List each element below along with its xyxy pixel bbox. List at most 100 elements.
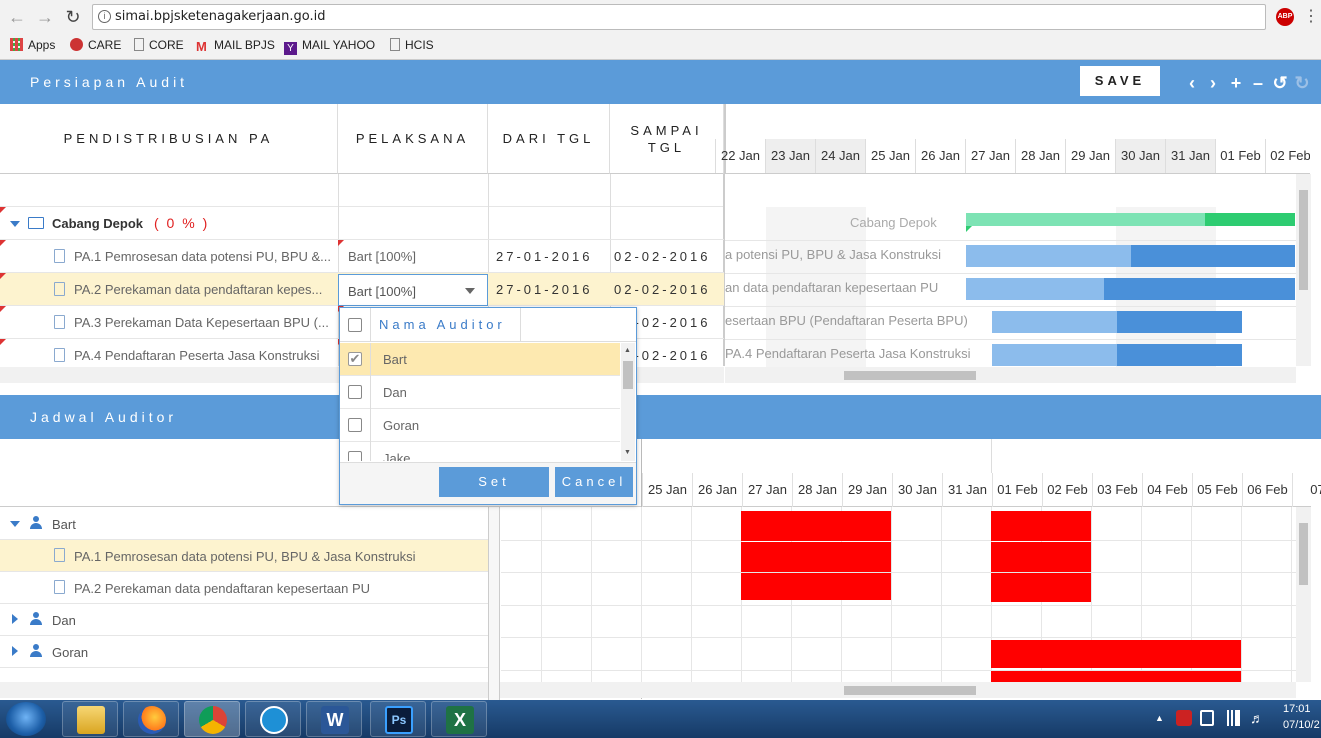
bookmark-mail-yahoo[interactable]: Y MAIL YAHOO xyxy=(284,37,375,55)
bottom-vertical-scrollbar[interactable] xyxy=(1296,507,1311,682)
caret-down-icon[interactable] xyxy=(465,288,475,294)
taskbar-explorer[interactable] xyxy=(62,701,118,737)
tree-horizontal-scrollbar[interactable] xyxy=(0,682,488,698)
cancel-button[interactable]: Cancel xyxy=(555,467,633,497)
task-name: PA.1 Pemrosesan data potensi PU, BPU &..… xyxy=(74,249,331,264)
bookmark-apps[interactable]: Apps xyxy=(10,37,55,53)
caret-down-icon[interactable] xyxy=(10,221,20,227)
forward-icon[interactable]: → xyxy=(34,6,56,28)
auditor-row[interactable]: Goran xyxy=(0,636,488,668)
dropdown-header: Nama Auditor xyxy=(340,308,636,342)
bookmark-mail-bpjs[interactable]: M MAIL BPJS xyxy=(196,37,275,53)
auditor-row[interactable]: Bart xyxy=(0,508,488,540)
branch-row[interactable]: Cabang Depok ( 0 % ) xyxy=(0,207,724,240)
busy-block[interactable] xyxy=(991,640,1241,668)
branch-percent: ( 0 % ) xyxy=(154,215,210,231)
task-row[interactable]: PA.2 Perekaman data pendaftaran kepesert… xyxy=(0,572,488,604)
caret-right-icon[interactable] xyxy=(12,646,18,656)
branch-summary-bar[interactable] xyxy=(966,213,1205,226)
col-header-sampai[interactable]: SAMPAI TGL xyxy=(610,104,724,174)
caret-right-icon[interactable] xyxy=(12,614,18,624)
task-sampai[interactable]: 02-02-2016 xyxy=(614,282,722,297)
busy-block[interactable] xyxy=(991,671,1241,682)
section-title: Jadwal Auditor xyxy=(30,409,178,425)
gantt-bar[interactable] xyxy=(1104,278,1295,300)
auditor-checkbox[interactable] xyxy=(348,385,362,399)
auditor-option[interactable]: ✔ Bart xyxy=(340,343,620,376)
tray-up-icon[interactable]: ▲ xyxy=(1155,713,1164,723)
taskbar-excel[interactable]: X xyxy=(431,701,487,737)
reload-icon[interactable]: ↻ xyxy=(62,6,84,28)
set-button[interactable]: Set xyxy=(439,467,549,497)
scroll-thumb[interactable] xyxy=(1299,523,1308,585)
bookmark-care[interactable]: CARE xyxy=(70,37,121,53)
gantt-bar[interactable] xyxy=(1117,344,1242,366)
task-sampai[interactable]: 02-02-2016 xyxy=(614,249,722,264)
auditor-option[interactable]: Jake xyxy=(340,442,620,461)
select-all-checkbox[interactable] xyxy=(348,318,362,332)
tray-app-icon[interactable] xyxy=(1176,710,1192,726)
back-icon[interactable]: ← xyxy=(6,6,28,28)
tray-device-icon[interactable] xyxy=(1200,710,1214,726)
gantt-bar-progress[interactable] xyxy=(966,278,1104,300)
task-dari[interactable]: 27-01-2016 xyxy=(496,249,608,264)
auditor-checkbox[interactable] xyxy=(348,418,362,432)
jadwal-horizontal-scrollbar[interactable] xyxy=(500,682,1296,698)
network-icon[interactable] xyxy=(1224,710,1240,726)
auditor-dropdown: Nama Auditor ✔ Bart Dan Goran Jake ▲ ▼ Set C… xyxy=(339,307,637,505)
scroll-up-icon[interactable]: ▲ xyxy=(624,347,631,354)
task-pelaksana[interactable]: Bart [100%] xyxy=(348,249,478,264)
scroll-thumb[interactable] xyxy=(844,686,976,695)
caret-down-icon[interactable] xyxy=(10,521,20,527)
grid-col-line xyxy=(541,507,542,682)
taskbar-network-app[interactable] xyxy=(245,701,301,737)
bookmark-core[interactable]: CORE xyxy=(134,37,184,53)
auditor-option[interactable]: Dan xyxy=(340,376,620,409)
info-icon[interactable]: i xyxy=(98,10,111,23)
auditor-row[interactable]: Dan xyxy=(0,604,488,636)
jadwal-date: 26 Jan xyxy=(692,473,742,507)
task-row[interactable]: PA.1 Pemrosesan data potensi PU, BPU & J… xyxy=(0,540,488,572)
busy-block[interactable] xyxy=(741,542,891,572)
gantt-horizontal-scrollbar[interactable] xyxy=(725,367,1296,383)
gantt-bar-progress[interactable] xyxy=(992,344,1117,366)
gantt-bar-progress[interactable] xyxy=(966,245,1131,267)
gantt-bar[interactable] xyxy=(1131,245,1295,267)
task-row[interactable]: PA.1 Pemrosesan data potensi PU, BPU &..… xyxy=(0,240,724,273)
clock-time[interactable]: 17:01 xyxy=(1283,703,1311,715)
volume-icon[interactable]: ♬ xyxy=(1250,710,1264,726)
auditor-checkbox[interactable]: ✔ xyxy=(348,352,362,366)
auditor-option[interactable]: Goran xyxy=(340,409,620,442)
busy-block[interactable] xyxy=(991,511,1091,541)
taskbar-chrome[interactable] xyxy=(184,701,240,737)
splitter[interactable] xyxy=(488,507,500,700)
scroll-thumb[interactable] xyxy=(1299,190,1308,290)
busy-block[interactable] xyxy=(741,511,891,541)
col-header-pelaksana[interactable]: PELAKSANA xyxy=(338,104,488,174)
busy-block[interactable] xyxy=(741,573,891,600)
scroll-thumb[interactable] xyxy=(623,361,633,389)
top-vertical-scrollbar[interactable] xyxy=(1296,174,1311,366)
busy-block[interactable] xyxy=(991,573,1091,602)
gantt-bar-progress[interactable] xyxy=(992,311,1117,333)
taskbar-word[interactable]: W xyxy=(306,701,362,737)
dropdown-scrollbar[interactable]: ▲ ▼ xyxy=(621,343,635,461)
busy-block[interactable] xyxy=(991,542,1091,572)
scroll-down-icon[interactable]: ▼ xyxy=(624,449,631,456)
task-name: PA.3 Perekaman Data Kepesertaan BPU (... xyxy=(74,315,329,330)
scroll-thumb[interactable] xyxy=(844,371,976,380)
taskbar-firefox[interactable] xyxy=(123,701,179,737)
col-header-pa[interactable]: PENDISTRIBUSIAN PA xyxy=(0,104,338,174)
bookmark-hcis[interactable]: HCIS xyxy=(390,37,434,53)
taskbar-photoshop[interactable]: Ps xyxy=(370,701,426,737)
branch-summary-bar-end[interactable] xyxy=(1205,213,1295,226)
auditor-checkbox[interactable] xyxy=(348,451,362,461)
task-name: PA.2 Perekaman data pendaftaran kepesert… xyxy=(74,581,371,596)
task-dari[interactable]: 27-01-2016 xyxy=(496,282,608,297)
col-header-dari[interactable]: DARI TGL xyxy=(488,104,610,174)
gantt-branch-label: Cabang Depok xyxy=(850,215,937,230)
clock-date[interactable]: 07/10/2 xyxy=(1283,719,1320,731)
gantt-bar[interactable] xyxy=(1117,311,1242,333)
pelaksana-select[interactable]: Bart [100%] xyxy=(338,274,488,306)
start-button[interactable] xyxy=(6,702,46,736)
